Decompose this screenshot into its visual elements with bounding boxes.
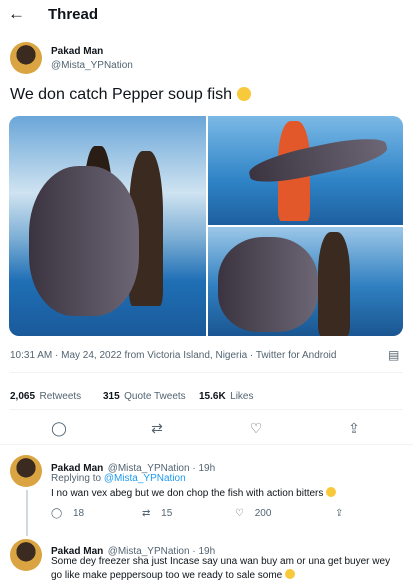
like-icon[interactable]: ♡ [235,508,244,519]
smiling-face-icon [326,487,337,497]
quote-tweets-count: 315 [103,391,120,402]
reply-icon[interactable]: ◯ [51,508,62,519]
photo-2[interactable] [208,116,403,225]
back-arrow-icon[interactable]: ← [8,4,26,24]
reply-text-line-2: go like make peppersoup too we ready to … [51,569,296,582]
author-handle[interactable]: @Mista_YPNation [51,60,133,71]
quote-tweets-stat[interactable]: 315 Quote Tweets [103,386,186,404]
laughing-face-icon [285,569,296,579]
retweet-icon[interactable]: ⇄ [142,508,150,519]
tweet-text-content: We don catch Pepper soup fish [10,86,233,103]
reply-icon[interactable]: ◯ [50,420,68,436]
replying-to-handle[interactable]: @Mista_YPNation [104,473,186,484]
retweets-stat[interactable]: 2,065 Retweets [10,386,81,404]
analytics-icon[interactable]: ▤ [388,347,399,363]
photo-3[interactable] [208,227,403,336]
reply-count: 18 [72,508,85,519]
person-figure [318,232,350,336]
likes-stat[interactable]: 15.6K Likes [199,386,254,404]
like-count: 200 [254,508,272,519]
like-icon[interactable]: ♡ [247,420,265,436]
reply-action-share[interactable]: ⇪ [335,508,343,519]
share-icon[interactable]: ⇪ [335,508,343,519]
likes-label: Likes [230,391,254,402]
media-grid[interactable] [9,116,403,336]
fish-figure [29,166,139,316]
retweets-label: Retweets [39,391,82,402]
tweet-text: We don catch Pepper soup fish [10,86,251,104]
reply-text-content: go like make peppersoup too we ready to … [51,570,283,581]
divider [10,409,403,410]
top-bar: ← Thread [0,0,413,30]
photo-1[interactable] [9,116,206,336]
author-name[interactable]: Pakad Man [51,46,103,57]
replying-to: Replying to @Mista_YPNation [51,472,186,485]
retweet-icon[interactable]: ⇄ [148,420,166,436]
divider [10,372,403,373]
avatar[interactable] [10,539,42,571]
quote-tweets-label: Quote Tweets [124,391,186,402]
reply-action-reply[interactable]: ◯ 18 [51,508,84,519]
divider [0,444,413,445]
smirk-face-icon [236,87,251,101]
avatar[interactable] [10,455,42,487]
retweet-count: 15 [161,508,173,519]
tweet-timestamp: 10:31 AM · May 24, 2022 from Victoria Is… [10,350,337,361]
reply-text-line-1: Some dey freezer sha just Incase say una… [51,556,391,567]
reply-text-content: I no wan vex abeg but we don chop the fi… [51,488,324,499]
thread-connector-line [26,490,28,536]
likes-count: 15.6K [199,391,226,402]
reply-action-like[interactable]: ♡ 200 [235,508,271,519]
reply-text: I no wan vex abeg but we don chop the fi… [51,487,337,500]
page-title: Thread [48,6,99,23]
fish-figure [246,131,390,189]
share-icon[interactable]: ⇪ [345,420,363,436]
retweets-count: 2,065 [10,391,36,402]
avatar[interactable] [10,42,42,74]
fish-figure [218,237,318,332]
reply-action-retweet[interactable]: ⇄ 15 [142,508,172,519]
replying-to-prefix: Replying to [51,473,102,484]
